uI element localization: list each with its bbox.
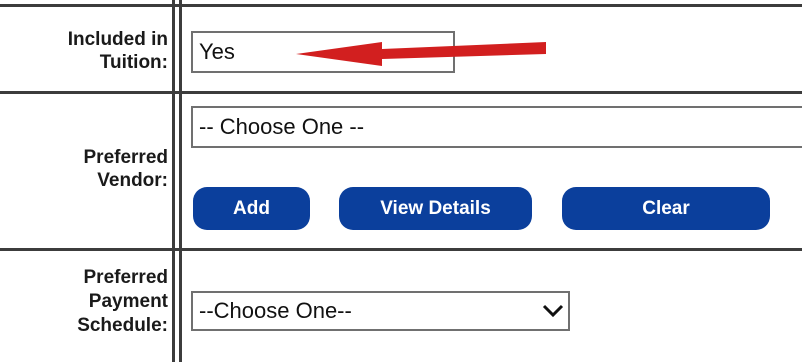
vendor-label-line2: Vendor: bbox=[97, 170, 168, 191]
column-divider-right bbox=[179, 0, 182, 362]
row-divider-top bbox=[0, 4, 802, 7]
payment-label-line3: Schedule: bbox=[77, 315, 168, 336]
tuition-label-line2: Tuition: bbox=[99, 52, 168, 73]
vendor-label-line1: Preferred bbox=[83, 147, 169, 168]
vendor-select[interactable]: -- Choose One -- bbox=[191, 106, 802, 148]
form-table: Included in Tuition: Yes Preferred Vendo… bbox=[0, 0, 802, 362]
row-divider-2 bbox=[0, 248, 802, 251]
add-button[interactable]: Add bbox=[193, 187, 310, 230]
clear-button[interactable]: Clear bbox=[562, 187, 770, 230]
vendor-select-value: -- Choose One -- bbox=[199, 114, 365, 139]
vendor-label: Preferred Vendor: bbox=[0, 146, 169, 192]
column-divider-left bbox=[172, 0, 175, 362]
payment-label: Preferred Payment Schedule: bbox=[0, 266, 168, 338]
view-details-button[interactable]: View Details bbox=[339, 187, 532, 230]
chevron-down-icon bbox=[538, 304, 568, 318]
red-arrow-icon bbox=[296, 42, 546, 66]
row-divider-1 bbox=[0, 91, 802, 94]
tuition-label-line1: Included in bbox=[67, 29, 168, 50]
payment-schedule-select[interactable]: --Choose One-- bbox=[191, 291, 570, 331]
tuition-label: Included in Tuition: bbox=[0, 28, 168, 74]
payment-label-line2: Payment bbox=[88, 291, 168, 312]
payment-label-line1: Preferred bbox=[83, 267, 169, 288]
payment-schedule-select-value: --Choose One-- bbox=[199, 298, 352, 323]
